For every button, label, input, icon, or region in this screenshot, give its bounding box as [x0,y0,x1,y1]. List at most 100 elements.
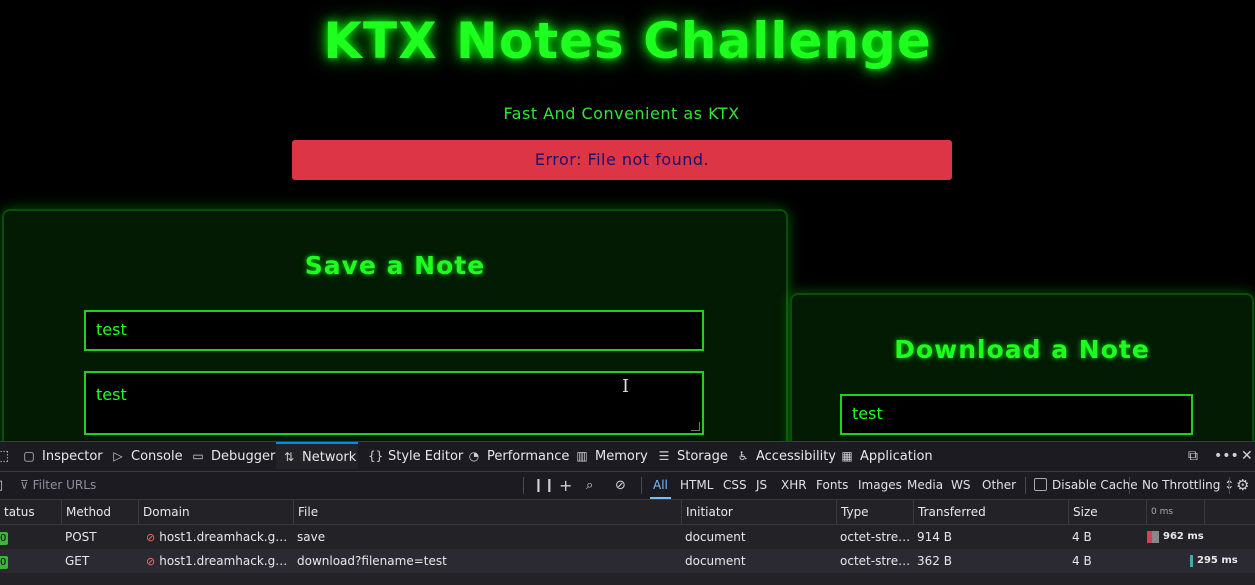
column-file[interactable]: File [293,500,681,524]
debugger-icon: ▭ [192,449,204,463]
style-editor-icon: {} [368,449,384,463]
tab-application[interactable]: ▦ Application [840,442,932,471]
status-cell: 0 [0,525,61,549]
tab-style-editor[interactable]: {} Style Editor [368,442,463,471]
toolbar-separator [523,477,524,494]
column-type[interactable]: Type [836,500,913,524]
memory-icon: ▥ [576,449,588,463]
checkbox-box [1034,478,1047,491]
filter-other[interactable]: Other [982,472,1016,499]
insecure-lock-icon: ⊘ [146,531,156,544]
filter-xhr[interactable]: XHR [781,472,807,499]
performance-icon: ◔ [468,449,480,463]
file-cell: download?filename=test [297,554,447,568]
toolbar-separator [641,477,642,494]
clear-requests-icon[interactable]: ▯ [0,472,3,499]
add-request-icon[interactable]: + [559,472,572,499]
search-icon[interactable]: ⌕ [586,472,593,499]
size-cell: 4 B [1072,554,1092,568]
filter-ws[interactable]: WS [951,472,970,499]
web-page: KTX Notes Challenge Fast And Convenient … [0,0,1255,441]
timing-label: 962 ms [1163,531,1204,542]
pause-icon[interactable]: ❙❙ [533,472,555,499]
accessibility-icon: ♿ [737,449,749,463]
filter-js[interactable]: JS [756,472,767,499]
text-cursor-icon: Ι [622,376,630,397]
pick-element-icon[interactable]: ⬚ [0,442,9,471]
request-row[interactable]: 0 POST ⊘host1.dreamhack.games... save do… [0,525,1255,549]
size-cell: 4 B [1072,530,1092,544]
domain-cell: ⊘host1.dreamhack.games... [146,554,292,568]
transferred-cell: 362 B [917,554,952,568]
tab-inspector[interactable]: ▢ Inspector [22,442,102,471]
column-waterfall-extra [1204,500,1255,524]
column-status[interactable]: tatus [0,500,61,524]
method-cell: POST [65,530,97,544]
throttling-select[interactable]: No Throttling ↕ [1142,472,1234,499]
application-icon: ▦ [841,449,853,463]
requests-table-header: tatus Method Domain File Initiator Type … [0,500,1255,525]
save-note-heading: Save a Note [304,251,486,280]
toolbar-separator [1129,477,1130,494]
column-waterfall[interactable]: 0 ms [1146,500,1204,524]
note-content-text: test [96,385,127,404]
error-alert: Error: File not found. [292,140,952,180]
block-icon[interactable]: ⊘ [615,472,626,499]
filter-html[interactable]: HTML [680,472,713,499]
file-cell: save [297,530,326,544]
status-cell: 0 [0,549,61,573]
page-subtitle: Fast And Convenient as KTX [503,104,740,123]
column-method[interactable]: Method [61,500,138,524]
tab-console[interactable]: ▷ Console [111,442,182,471]
waterfall-bar [1190,555,1193,567]
column-size[interactable]: Size [1068,500,1146,524]
domain-cell: ⊘host1.dreamhack.games... [146,530,292,544]
dock-options-icon[interactable]: ⧉ [1188,442,1198,471]
method-cell: GET [65,554,90,568]
download-note-heading: Download a Note [894,335,1150,364]
type-cell: octet-stream [840,530,913,544]
close-devtools-icon[interactable]: ✕ [1241,442,1253,471]
waterfall-bar [1147,531,1159,543]
filter-media[interactable]: Media [907,472,943,499]
console-icon: ▷ [113,449,123,463]
column-transferred[interactable]: Transferred [913,500,1068,524]
tab-debugger[interactable]: ▭ Debugger [191,442,275,471]
request-row[interactable]: 0 GET ⊘host1.dreamhack.games... download… [0,549,1255,573]
timing-label: 295 ms [1197,555,1238,566]
note-content-textarea[interactable]: test [84,371,704,435]
filter-all[interactable]: All [650,472,671,499]
filter-icon: ⊽ [20,478,33,492]
filter-urls-input[interactable]: ⊽ Filter URLs [20,472,96,499]
more-options-icon[interactable]: ••• [1214,442,1239,471]
tab-network[interactable]: ⇅ Network [276,442,358,469]
disable-cache-checkbox[interactable]: Disable Cache [1034,472,1138,499]
filter-fonts[interactable]: Fonts [816,472,848,499]
devtools-tabbar: ⬚ ▢ Inspector ▷ Console ▭ Debugger ⇅ Network… [0,441,1255,472]
toolbar-separator [1229,477,1230,494]
initiator-cell: document [685,554,746,568]
page-title: KTX Notes Challenge [323,12,932,70]
tab-accessibility[interactable]: ♿ Accessibility [736,442,836,471]
transferred-cell: 914 B [917,530,952,544]
column-domain[interactable]: Domain [138,500,293,524]
tab-storage[interactable]: ☰ Storage [657,442,728,471]
filter-css[interactable]: CSS [723,472,747,499]
tab-memory[interactable]: ▥ Memory [575,442,648,471]
insecure-lock-icon: ⊘ [146,555,156,568]
devtools-panel: ⬚ ▢ Inspector ▷ Console ▭ Debugger ⇅ Network… [0,441,1255,585]
inspector-icon: ▢ [23,449,35,463]
toolbar-separator [1025,477,1026,494]
note-title-input[interactable]: test [84,310,704,351]
initiator-cell: document [685,530,746,544]
status-badge: 0 [0,532,9,545]
network-toolbar: ▯ ⊽ Filter URLs ❙❙ + ⌕ ⊘ All HTML CSS JS… [0,472,1255,500]
type-cell: octet-stream [840,554,913,568]
tab-performance[interactable]: ◔ Performance [467,442,570,471]
network-settings-gear-icon[interactable]: ⚙ [1236,472,1249,499]
column-initiator[interactable]: Initiator [681,500,836,524]
download-filename-input[interactable]: test [840,394,1193,435]
filter-images[interactable]: Images [858,472,902,499]
textarea-resize-handle[interactable] [691,422,700,431]
storage-icon: ☰ [658,449,670,463]
